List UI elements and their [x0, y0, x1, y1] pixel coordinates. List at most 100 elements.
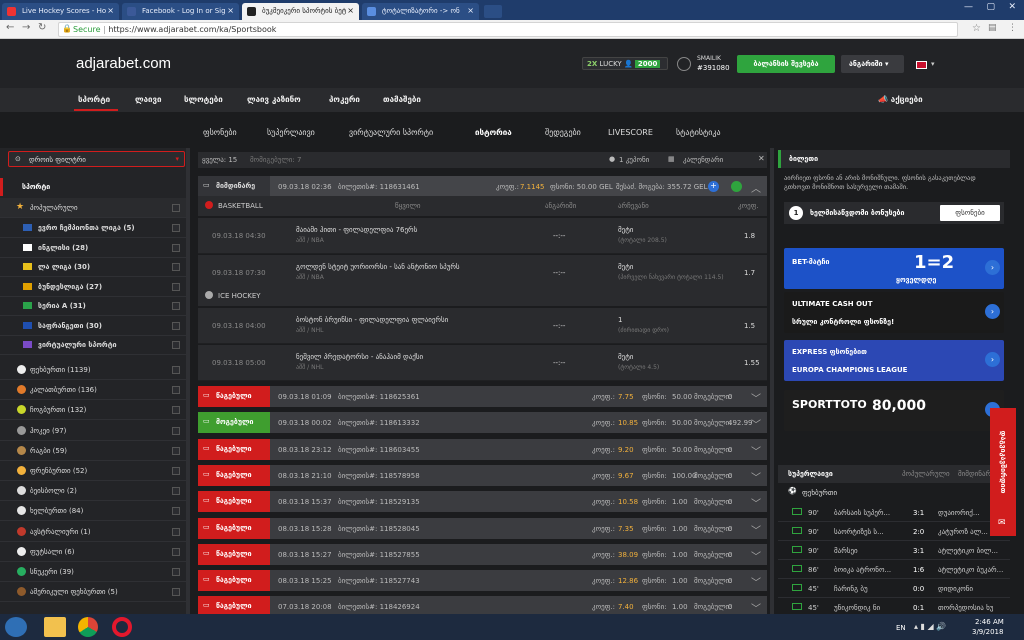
arrow-right-icon[interactable]: › — [985, 304, 1000, 319]
add-icon[interactable]: + — [708, 181, 719, 192]
sport-item[interactable]: ბეისბოლი (2) — [0, 481, 190, 502]
browser-tab[interactable]: Facebook - Log In or Sig × — [122, 3, 239, 20]
start-button[interactable] — [5, 617, 27, 637]
promo-banner[interactable]: SPORTTOTO80,000› — [784, 390, 1004, 431]
explorer-icon[interactable] — [44, 617, 66, 637]
left-scrollbar[interactable] — [186, 148, 190, 614]
checkbox[interactable] — [172, 487, 180, 496]
language-chevron-icon[interactable]: ▾ — [931, 60, 935, 68]
live-tab[interactable]: სუპერლაივი — [788, 470, 833, 478]
coupon-label[interactable]: 1 კუპონი — [619, 156, 649, 164]
league-item[interactable]: ბუნდესლიგა (27) — [0, 277, 190, 297]
arrow-right-icon[interactable]: › — [985, 352, 1000, 367]
keyboard-language[interactable]: EN — [896, 624, 906, 632]
checkbox[interactable] — [172, 386, 180, 395]
center-scrollbar[interactable] — [770, 148, 774, 614]
open-ticket-row[interactable]: ▭ მიმდინარე 09.03.18 02:36 ბილეთის#: 118… — [198, 176, 767, 197]
extension-icon[interactable]: ▤ — [988, 23, 997, 33]
chevron-down-icon[interactable]: ﹀ — [751, 548, 761, 563]
checkbox[interactable] — [172, 263, 180, 271]
sub-nav-item[interactable]: სტატისტიკა — [676, 128, 721, 137]
checkbox[interactable] — [172, 406, 180, 415]
sub-nav-item[interactable]: სუპერლაივი — [267, 128, 315, 137]
promotions-link[interactable]: 📣 აქციები — [878, 95, 923, 104]
checkbox[interactable] — [172, 527, 180, 536]
ticket-row[interactable]: ▭ წაგებული 09.03.18 01:09 ბილეთის#: 1186253… — [198, 386, 767, 407]
sport-item[interactable]: ჰოკეი (97) — [0, 421, 190, 441]
live-match-row[interactable]: 90' მარსეი 3:1 ატლეტიკო ბილ... — [778, 542, 1010, 560]
lucky-promo[interactable]: 2X LUCKY 👤 2000 — [582, 57, 668, 70]
filter-label[interactable]: მომიგებული: 7 — [250, 156, 301, 164]
sport-item[interactable]: სნუკერი (39) — [0, 562, 190, 582]
checkbox[interactable] — [172, 467, 180, 475]
bookmark-star-icon[interactable]: ☆ — [972, 23, 981, 34]
close-tab-icon[interactable]: × — [467, 6, 474, 15]
promo-banner[interactable]: BET-მატჩი 1=2 ყოველდღე › — [784, 248, 1004, 289]
cashout-icon[interactable] — [731, 181, 742, 192]
ticket-row[interactable]: ▭ წაგებული 08.03.18 15:25 ბილეთის#: 1185277… — [198, 570, 767, 592]
forward-icon[interactable]: → — [22, 22, 30, 33]
menu-kebab-icon[interactable]: ⋮ — [1008, 23, 1017, 33]
chevron-down-icon[interactable]: ﹀ — [751, 443, 761, 458]
main-nav-item[interactable]: ლაივ კაზინო — [247, 95, 301, 104]
sport-item[interactable]: ამერიკული ფეხბურთი (5) — [0, 582, 190, 603]
ticket-row[interactable]: ▭ წაგებული 08.03.18 21:10 ბილეთის#: 1185789… — [198, 464, 767, 486]
popular-row[interactable]: ★ პოპულარული — [0, 198, 190, 218]
calendar-label[interactable]: კალენდარი — [683, 156, 723, 164]
close-tab-icon[interactable]: × — [107, 6, 114, 15]
promo-banner[interactable]: EXPRESS ფსონებით EUROPA CHAMPIONS LEAGUE › — [784, 340, 1004, 381]
sub-nav-item[interactable]: ფსონები — [203, 128, 237, 137]
language-flag-icon[interactable] — [916, 61, 927, 69]
live-match-row[interactable]: 90' ბარსაის სუპერ... 3:1 დუაიორიქ... — [778, 504, 1010, 522]
url-field[interactable]: 🔒 Secure | https://www.adjarabet.com/ka/… — [58, 22, 958, 37]
checkbox[interactable] — [172, 204, 180, 212]
close-tab-icon[interactable]: × — [347, 6, 354, 15]
browser-tab[interactable]: Live Hockey Scores - Ho × — [2, 3, 119, 20]
checkbox[interactable] — [172, 366, 180, 374]
promo-banner[interactable]: ULTIMATE CASH OUT სრული კონტროლი ფსონზე! › — [784, 292, 1004, 333]
sport-item[interactable]: ფრენბურთი (52) — [0, 461, 190, 481]
chevron-down-icon[interactable]: ﹀ — [751, 469, 761, 484]
close-tab-icon[interactable]: × — [227, 6, 234, 15]
checkbox[interactable] — [172, 507, 180, 516]
browser-tab[interactable]: ბუკმეიკერი სპორტის ბეტ × — [242, 3, 359, 20]
live-tab[interactable]: პოპულარული — [902, 470, 950, 478]
site-logo[interactable]: adjarabet.com — [76, 55, 171, 72]
minimize-icon[interactable]: — — [964, 2, 973, 18]
chevron-down-icon[interactable]: ﹀ — [751, 416, 761, 431]
checkbox[interactable] — [172, 588, 180, 597]
chrome-icon[interactable] — [78, 617, 98, 637]
account-button[interactable]: ანგარიში ▾ — [841, 55, 904, 73]
sport-item[interactable]: ავსტრალიური (1) — [0, 522, 190, 542]
ticket-row[interactable]: ▭ წაგებული 08.03.18 23:12 ბილეთის#: 1186034… — [198, 438, 767, 460]
chevron-up-icon[interactable]: ︿ — [751, 180, 761, 195]
league-item[interactable]: ლა ლიგა (30) — [0, 257, 190, 277]
checkbox[interactable] — [172, 224, 180, 232]
sport-item[interactable]: ჩოგბურთი (132) — [0, 400, 190, 421]
main-nav-item[interactable]: ლაივი — [135, 95, 162, 104]
sport-item[interactable]: ფუტსალი (6) — [0, 542, 190, 562]
maximize-icon[interactable]: ▢ — [986, 2, 995, 18]
sub-nav-item[interactable]: ვირტუალური სპორტი — [349, 128, 433, 137]
ticket-row[interactable]: ▭ წაგებული 08.03.18 15:27 ბილეთის#: 1185278… — [198, 543, 767, 565]
ticket-row[interactable]: ▭ მოგებული 09.03.18 00:02 ბილეთის#: 1186133… — [198, 412, 767, 434]
close-window-icon[interactable]: ✕ — [1008, 2, 1016, 18]
contact-side-tab[interactable]: დაგვიკავშირდით ✉ — [990, 408, 1016, 536]
sport-item[interactable]: ხელბურთი (84) — [0, 501, 190, 522]
ticket-row[interactable]: ▭ წაგებული 08.03.18 15:28 ბილეთის#: 1185280… — [198, 517, 767, 539]
close-icon[interactable]: ✕ — [758, 154, 765, 163]
main-nav-item[interactable]: სპორტი — [78, 95, 110, 104]
avatar[interactable] — [677, 57, 691, 71]
new-tab-button[interactable] — [484, 5, 502, 18]
live-match-row[interactable]: 45' ჩარინგ ბუ 0:0 დიდიკონი — [778, 580, 1010, 598]
checkbox[interactable] — [172, 321, 180, 330]
checkbox[interactable] — [172, 547, 180, 556]
sport-item[interactable]: რაგბი (59) — [0, 441, 190, 461]
checkbox[interactable] — [172, 282, 180, 291]
checkbox[interactable] — [172, 341, 180, 349]
league-item[interactable]: საფრანგეთი (30) — [0, 316, 190, 336]
live-match-row[interactable]: 86' ბოიკა ატრონო... 1:6 ატლეტიკო ბუკარ... — [778, 561, 1010, 579]
arrow-right-icon[interactable]: › — [985, 260, 1000, 275]
chevron-down-icon[interactable]: ﹀ — [751, 495, 761, 510]
sport-item[interactable]: ფეხბურთი (1139) — [0, 360, 190, 380]
